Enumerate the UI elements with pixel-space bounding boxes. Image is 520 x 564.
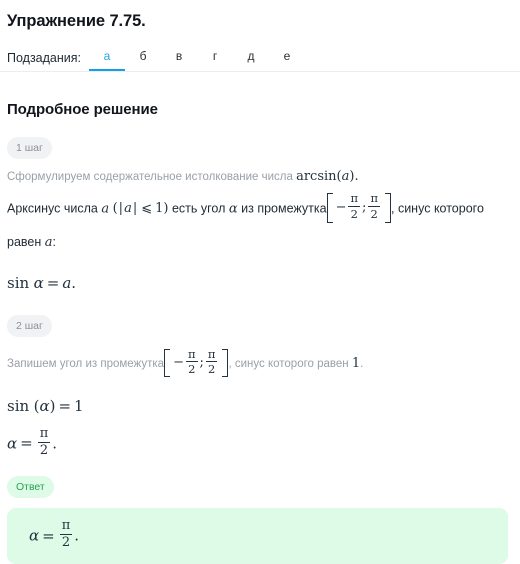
formula3-equals: = [20, 434, 33, 453]
tab-subtask-a[interactable]: а [89, 48, 126, 71]
interval-left-den-step1: 2 [350, 206, 358, 221]
interval-bracket-step2: − π 2; π 2 [164, 346, 229, 380]
step-2-text-part3: . [360, 358, 364, 371]
condition-close-paren: ) [163, 201, 169, 217]
step-2-note: Запишем угол из промежутка − π 2; π 2, синус … [7, 347, 513, 381]
answer-period: . [74, 526, 80, 545]
formula-period: . [71, 274, 77, 292]
exercise-page: Упражнение 7.75. Подзадания: а б в г д е… [0, 0, 520, 564]
answer-equals: = [42, 526, 55, 545]
formula2-arg: α [39, 397, 50, 415]
answer-badge: Ответ [7, 476, 54, 499]
step-1-paragraph: Арксинус числа a (|a| ⩽ 1) есть угол α из … [7, 191, 499, 258]
interval-bracket-step1: − π 2; π 2 [326, 190, 391, 226]
interval-right-fraction-step1: π2 [368, 191, 380, 221]
interval-left-num-step2: π [187, 346, 196, 361]
condition-open-paren: ( [112, 201, 118, 217]
step-2-badge: 2 шаг [7, 315, 52, 337]
interval-right-num-step2: π [207, 346, 216, 361]
step-1-text-part3: из промежутка [241, 201, 327, 216]
condition-relation: ⩽ [141, 201, 153, 217]
arcsin-close-paren: ). [349, 169, 359, 184]
interval-right-den-step1: 2 [370, 206, 378, 221]
step-1: 1 шаг Сформулируем содержательное истолк… [7, 120, 513, 298]
step-1-text-part2: есть угол [171, 201, 226, 216]
bracket-right-step1 [385, 192, 391, 223]
step-1-text-part7: : [52, 235, 56, 249]
interval-separator-step1: ; [362, 199, 367, 215]
formula-sin-arg: α [33, 274, 44, 292]
arcsin-function: arcsin [296, 169, 337, 184]
variable-a: a [101, 201, 110, 217]
interval-left-num-step1: π [350, 191, 359, 206]
answer-section: Ответ α = π 2. [7, 459, 513, 564]
page-title: Упражнение 7.75. [7, 12, 146, 30]
interval-right-num-step1: π [370, 191, 378, 206]
formula2-sin-fn: sin [7, 397, 30, 415]
tab-subtask-b[interactable]: б [125, 48, 161, 71]
subtask-tabs: а б в г д е [89, 48, 305, 71]
interval-minus-step1: − [335, 199, 347, 215]
sine-equals-a: a [44, 235, 53, 250]
tab-subtask-d[interactable]: д [233, 48, 269, 71]
answer-box: α = π 2. [7, 508, 508, 564]
step-2-sine-value: 1 [351, 356, 361, 372]
answer-formula: α = π 2. [29, 518, 80, 551]
abs-condition: (|a| ⩽ 1) [112, 201, 169, 217]
interval-left-fraction-step2: π2 [185, 346, 198, 376]
answer-lhs: α [29, 526, 40, 545]
solution-heading: Подробное решение [7, 101, 158, 118]
tab-subtask-g[interactable]: г [197, 48, 233, 71]
answer-num: π [61, 518, 71, 534]
formula2-equals: = [58, 397, 72, 415]
bracket-right-step2 [222, 348, 229, 377]
tabs-divider [0, 71, 520, 72]
subtasks-label: Подзадания: [7, 51, 82, 65]
step-1-note-text: Сформулируем содержательное истолкование… [7, 171, 297, 183]
interval-left-den-step2: 2 [188, 361, 196, 376]
step-2-formula-1: sin (α) = 1 [7, 392, 513, 421]
step-2-formula-2: α = π 2. [7, 426, 513, 459]
interval-left-fraction-step1: π2 [348, 191, 361, 221]
answer-fraction: π2 [59, 518, 73, 550]
step-2-text-part2: , синус которого равен [228, 358, 349, 371]
step-2: 2 шаг Запишем угол из промежутка − π 2; π 2, … [7, 298, 513, 459]
formula3-den: 2 [39, 442, 49, 458]
step-1-text-part1: Арксинус числа [7, 201, 98, 216]
formula-sin-fn: sin [7, 274, 30, 292]
step-1-text-part4: , синус [391, 201, 431, 216]
step-2-text-part1: Запишем угол из промежутка [7, 358, 165, 371]
interval-minus-step2: − [173, 354, 184, 370]
interval-right-den-step2: 2 [208, 361, 216, 376]
formula3-period: . [52, 434, 58, 453]
angle-alpha: α [228, 201, 238, 217]
formula3-lhs: α [7, 434, 18, 453]
answer-den: 2 [61, 534, 71, 550]
tab-subtask-e[interactable]: е [269, 48, 305, 71]
subtasks-bar: Подзадания: а б в г д е [7, 45, 513, 71]
interval-right-fraction-step2: π2 [205, 346, 218, 376]
formula-equals: = [46, 274, 60, 292]
formula3-num: π [39, 426, 49, 442]
formula3-fraction: π2 [37, 426, 51, 458]
formula2-rhs: 1 [74, 397, 84, 415]
interval-separator-step2: ; [199, 354, 204, 370]
step-1-formula: sin α = a. [7, 269, 513, 298]
formula-rhs: a [62, 274, 72, 292]
step-1-note: Сформулируем содержательное истолкование… [7, 169, 513, 185]
step-1-badge: 1 шаг [7, 137, 52, 159]
abs-variable: a [124, 201, 132, 217]
tab-subtask-v[interactable]: в [161, 48, 197, 71]
